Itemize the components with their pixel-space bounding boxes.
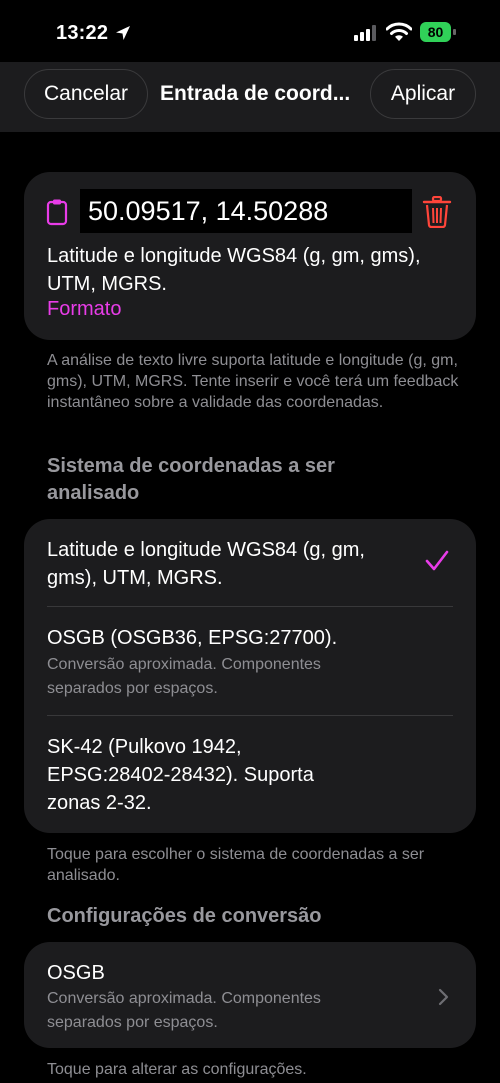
checkmark-icon bbox=[425, 550, 449, 571]
option-subtitle: Conversão aproximada. Componentes separa… bbox=[47, 656, 321, 697]
battery-icon: 80 bbox=[420, 22, 456, 42]
divider bbox=[47, 606, 453, 607]
signal-icon bbox=[354, 25, 376, 41]
battery-level: 80 bbox=[420, 22, 451, 42]
divider bbox=[47, 715, 453, 716]
nav-bar: Cancelar Entrada de coord... Aplicar bbox=[0, 62, 500, 132]
conversion-subtitle: Conversão aproximada. Componentes separa… bbox=[47, 990, 321, 1031]
coordinate-input[interactable] bbox=[80, 189, 412, 233]
option-osgb[interactable]: OSGB (OSGB36, EPSG:27700). Conversão apr… bbox=[47, 624, 417, 701]
chevron-right-icon bbox=[438, 988, 449, 1006]
option-title: OSGB (OSGB36, EPSG:27700). bbox=[47, 627, 338, 649]
section-header-system: Sistema de coordenadas a ser analisado bbox=[47, 455, 335, 504]
option-title: Latitude e longitude WGS84 (g, gm, gms),… bbox=[47, 539, 365, 589]
coordinate-system-list: Latitude e longitude WGS84 (g, gm, gms),… bbox=[24, 519, 476, 833]
option-sk42[interactable]: SK-42 (Pulkovo 1942, EPSG:28402-28432). … bbox=[47, 733, 367, 817]
option-title: SK-42 (Pulkovo 1942, EPSG:28402-28432). … bbox=[47, 736, 314, 814]
page-title: Entrada de coord... bbox=[160, 82, 351, 105]
section-header-conversion: Configurações de conversão bbox=[47, 905, 322, 927]
trash-icon[interactable] bbox=[422, 196, 452, 228]
location-arrow-icon bbox=[116, 26, 130, 40]
detected-format-text: Latitude e longitude WGS84 (g, gm, gms),… bbox=[47, 245, 421, 295]
status-bar: 13:22 80 bbox=[0, 0, 500, 62]
system-help: Toque para escolher o sistema de coorden… bbox=[47, 846, 425, 884]
free-text-help: A análise de texto livre suporta latitud… bbox=[47, 352, 459, 411]
coordinate-input-card: Latitude e longitude WGS84 (g, gm, gms),… bbox=[24, 172, 476, 340]
conversion-help: Toque para alterar as configurações. bbox=[47, 1061, 307, 1078]
wifi-icon bbox=[386, 22, 412, 41]
conversion-settings-row[interactable]: OSGB Conversão aproximada. Componentes s… bbox=[24, 942, 476, 1048]
format-link[interactable]: Formato bbox=[47, 298, 121, 321]
clipboard-icon[interactable] bbox=[46, 198, 68, 226]
conversion-title: OSGB bbox=[47, 962, 105, 984]
status-time: 13:22 bbox=[56, 22, 109, 44]
apply-button[interactable]: Aplicar bbox=[370, 69, 476, 119]
cancel-button[interactable]: Cancelar bbox=[24, 69, 148, 119]
